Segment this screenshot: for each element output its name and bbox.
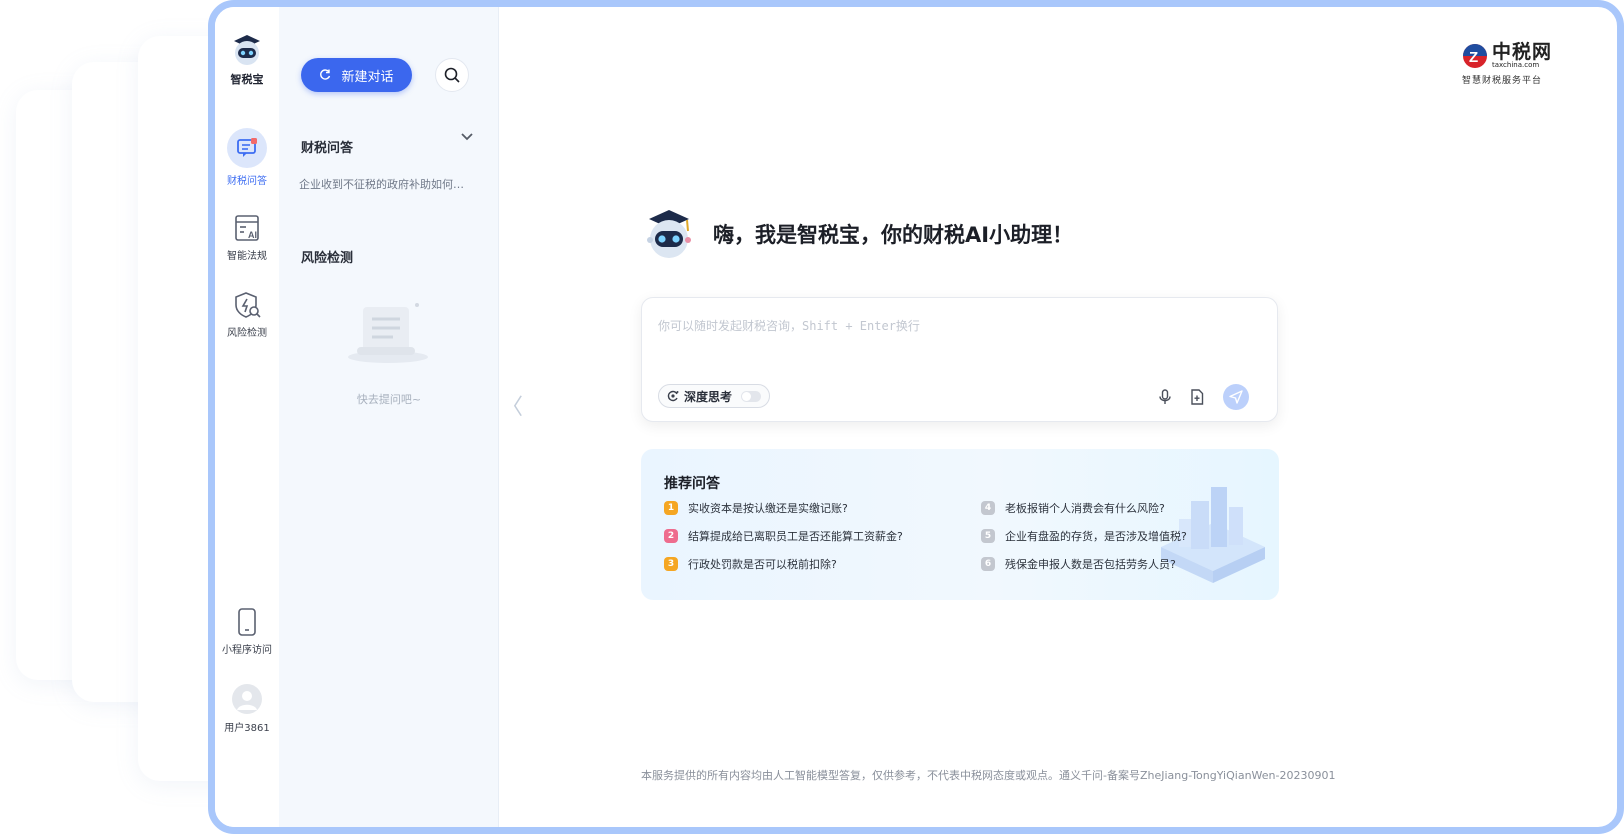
recommended-question[interactable]: 6 残保金申报人数是否包括劳务人员?	[981, 556, 1176, 572]
send-button[interactable]	[1223, 384, 1249, 410]
question-number: 6	[981, 557, 995, 571]
search-button[interactable]	[435, 58, 469, 92]
robot-mascot-icon	[647, 210, 691, 258]
question-number: 1	[664, 501, 678, 515]
rail-item-smart-law[interactable]: AI 智能法规	[215, 213, 279, 262]
brand-name: 中税网	[1492, 41, 1553, 63]
recommended-title: 推荐问答	[664, 476, 720, 492]
question-number: 4	[981, 501, 995, 515]
svg-text:AI: AI	[248, 230, 257, 240]
empty-scroll-icon	[348, 303, 428, 363]
new-chat-button[interactable]: 新建对话	[301, 58, 412, 92]
upload-file-button[interactable]	[1186, 386, 1208, 408]
recommended-question[interactable]: 3 行政处罚款是否可以税前扣除?	[664, 556, 837, 572]
footer-disclaimer: 本服务提供的所有内容均由人工智能模型答复，仅供参考，不代表中税网态度或观点。通义…	[641, 769, 1336, 782]
file-upload-icon	[1191, 389, 1204, 405]
recommended-question[interactable]: 2 结算提成给已离职员工是否还能算工资薪金?	[664, 528, 903, 544]
qa-section-title: 财税问答	[301, 141, 354, 156]
recommended-question[interactable]: 1 实收资本是按认缴还是实缴记账?	[664, 500, 848, 516]
brand-subtitle: 智慧财税服务平台	[1462, 76, 1543, 86]
history-item[interactable]: 企业收到不征税的政府补助如何…	[299, 176, 481, 192]
brand-logo[interactable]: Z 中税网 taxchina.com 智慧财税服务平台	[1462, 41, 1562, 87]
app-window: 智税宝 财税问答 AI 智能法规 风险检测 小程序访问 用户3861 新建对话 …	[208, 0, 1624, 834]
chat-input[interactable]	[658, 319, 1218, 333]
recommended-card: 推荐问答 1 实收资本是按认缴还是实缴记账? 2 结算提成给已离职员工是否还能算…	[641, 449, 1279, 600]
rail-label: 风险检测	[227, 328, 267, 339]
rail-item-risk-check[interactable]: 风险检测	[215, 290, 279, 339]
deep-think-toggle[interactable]: 深度思考	[658, 384, 771, 408]
question-number: 3	[664, 557, 678, 571]
collapse-panel-handle[interactable]: 〈	[501, 389, 523, 421]
question-number: 5	[981, 529, 995, 543]
toggle-switch[interactable]	[741, 390, 762, 402]
question-text: 残保金申报人数是否包括劳务人员?	[1005, 558, 1176, 571]
refresh-icon	[320, 69, 331, 80]
app-name: 智税宝	[230, 73, 264, 86]
search-icon	[444, 67, 460, 83]
law-ai-icon: AI	[235, 215, 259, 241]
empty-hint: 快去提问吧~	[356, 393, 422, 406]
new-chat-label: 新建对话	[341, 69, 394, 85]
microphone-icon	[1159, 389, 1171, 404]
rail-label: 小程序访问	[222, 645, 272, 656]
rail-label: 智能法规	[227, 251, 267, 262]
question-text: 结算提成给已离职员工是否还能算工资薪金?	[688, 530, 903, 543]
recommended-question[interactable]: 5 企业有盘盈的存货，是否涉及增值税?	[981, 528, 1187, 544]
question-number: 2	[664, 529, 678, 543]
question-text: 企业有盘盈的存货，是否涉及增值税?	[1005, 530, 1187, 543]
deep-think-icon	[667, 390, 679, 402]
rail-item-tax-qa[interactable]: 财税问答	[215, 128, 279, 187]
taxchina-logo-icon: Z	[1463, 44, 1487, 68]
nav-rail: 智税宝 财税问答 AI 智能法规 风险检测 小程序访问 用户3861	[215, 7, 279, 827]
app-logo[interactable]: 智税宝	[215, 33, 279, 87]
shield-search-icon	[235, 292, 261, 318]
svg-text:Z: Z	[1469, 49, 1478, 66]
avatar-icon	[232, 684, 262, 714]
user-profile[interactable]: 用户3861	[215, 683, 279, 734]
question-text: 实收资本是按认缴还是实缴记账?	[688, 502, 848, 515]
recommended-question[interactable]: 4 老板报销个人消费会有什么风险?	[981, 500, 1165, 516]
chevron-down-icon[interactable]	[460, 132, 474, 142]
question-text: 行政处罚款是否可以税前扣除?	[688, 558, 837, 571]
chat-icon	[237, 138, 257, 157]
chat-input-box: 深度思考	[641, 297, 1278, 422]
greeting-row: 嗨，我是智税宝，你的财税AI小助理！	[641, 207, 1073, 261]
risk-section-title: 风险检测	[301, 251, 354, 266]
phone-icon	[238, 608, 256, 636]
robot-logo-icon	[234, 35, 260, 65]
rail-item-mini-program[interactable]: 小程序访问	[215, 607, 279, 656]
greeting-text: 嗨，我是智税宝，你的财税AI小助理！	[713, 223, 1074, 247]
question-text: 老板报销个人消费会有什么风险?	[1005, 502, 1165, 515]
history-panel: 新建对话 财税问答 企业收到不征税的政府补助如何… 风险检测 快去提问吧~	[279, 7, 499, 827]
user-name: 用户3861	[224, 723, 270, 734]
voice-input-button[interactable]	[1154, 386, 1176, 408]
rail-label: 财税问答	[227, 176, 267, 187]
deep-think-label: 深度思考	[684, 389, 733, 404]
send-icon	[1229, 390, 1243, 404]
